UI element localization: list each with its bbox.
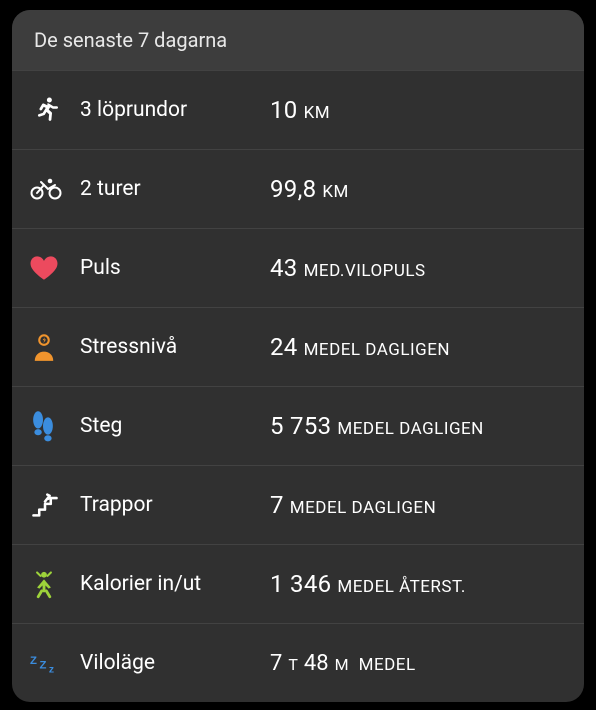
row-label: Puls bbox=[80, 256, 270, 280]
row-stairs[interactable]: Trappor 7 MEDEL DAGLIGEN bbox=[12, 465, 584, 544]
row-value: 7T 48 M MEDEL bbox=[270, 651, 562, 676]
value-number: 5 753 bbox=[270, 412, 331, 440]
row-value: 24 MEDEL DAGLIGEN bbox=[270, 333, 562, 361]
row-label: 3 löprundor bbox=[80, 98, 270, 122]
value-number: 43 bbox=[270, 254, 298, 282]
row-value: 7 MEDEL DAGLIGEN bbox=[270, 491, 562, 519]
row-steps[interactable]: Steg 5 753 MEDEL DAGLIGEN bbox=[12, 386, 584, 465]
row-label: Trappor bbox=[80, 493, 270, 517]
sleep-hours-unit: T bbox=[288, 655, 298, 674]
value-number: 99,8 bbox=[270, 175, 316, 203]
value-unit: MEDEL ÅTERST. bbox=[337, 577, 465, 597]
value-number: 10 bbox=[270, 96, 298, 124]
runner-icon bbox=[30, 95, 80, 125]
row-cycling[interactable]: 2 turer 99,8 KM bbox=[12, 149, 584, 228]
value-unit: MEDEL DAGLIGEN bbox=[290, 498, 436, 518]
svg-text:Z: Z bbox=[39, 660, 46, 672]
value-unit: KM bbox=[304, 103, 331, 123]
row-value: 10 KM bbox=[270, 96, 562, 124]
row-value: 43 MED.VILOPULS bbox=[270, 254, 562, 282]
value-unit: MEDEL bbox=[359, 655, 416, 675]
row-sleep[interactable]: ZZz Viloläge 7T 48 M MEDEL bbox=[12, 623, 584, 702]
row-value: 1 346 MEDEL ÅTERST. bbox=[270, 570, 562, 598]
row-label: Stressnivå bbox=[80, 335, 270, 359]
sleep-hours: 7 bbox=[270, 651, 282, 676]
sleep-icon: ZZz bbox=[30, 651, 80, 675]
row-heart-rate[interactable]: Puls 43 MED.VILOPULS bbox=[12, 228, 584, 307]
row-stress[interactable]: Stressnivå 24 MEDEL DAGLIGEN bbox=[12, 307, 584, 386]
row-value: 5 753 MEDEL DAGLIGEN bbox=[270, 412, 562, 440]
row-running[interactable]: 3 löprundor 10 KM bbox=[12, 70, 584, 149]
svg-text:z: z bbox=[49, 664, 54, 675]
steps-icon bbox=[30, 410, 80, 442]
row-label: Viloläge bbox=[80, 651, 270, 675]
row-label: Kalorier in/ut bbox=[80, 572, 270, 596]
value-unit: MED.VILOPULS bbox=[304, 261, 426, 281]
row-label: Steg bbox=[80, 414, 270, 438]
row-calories[interactable]: Kalorier in/ut 1 346 MEDEL ÅTERST. bbox=[12, 544, 584, 623]
svg-text:Z: Z bbox=[30, 655, 37, 667]
sleep-minutes: 48 bbox=[304, 651, 329, 676]
heart-icon bbox=[30, 255, 80, 281]
card-header: De senaste 7 dagarna bbox=[12, 10, 584, 70]
value-number: 1 346 bbox=[270, 570, 331, 598]
value-number: 24 bbox=[270, 333, 298, 361]
value-unit: MEDEL DAGLIGEN bbox=[304, 340, 450, 360]
card-title: De senaste 7 dagarna bbox=[34, 28, 227, 52]
summary-card: De senaste 7 dagarna 3 löprundor 10 KM 2… bbox=[12, 10, 584, 702]
stress-icon bbox=[30, 332, 80, 362]
calories-icon bbox=[30, 569, 80, 599]
row-value: 99,8 KM bbox=[270, 175, 562, 203]
value-number: 7 bbox=[270, 491, 284, 519]
sleep-minutes-unit: M bbox=[335, 655, 349, 674]
value-unit: KM bbox=[322, 182, 349, 202]
row-label: 2 turer bbox=[80, 177, 270, 201]
stairs-icon bbox=[30, 490, 80, 520]
value-unit: MEDEL DAGLIGEN bbox=[337, 419, 483, 439]
bike-icon bbox=[30, 176, 80, 202]
